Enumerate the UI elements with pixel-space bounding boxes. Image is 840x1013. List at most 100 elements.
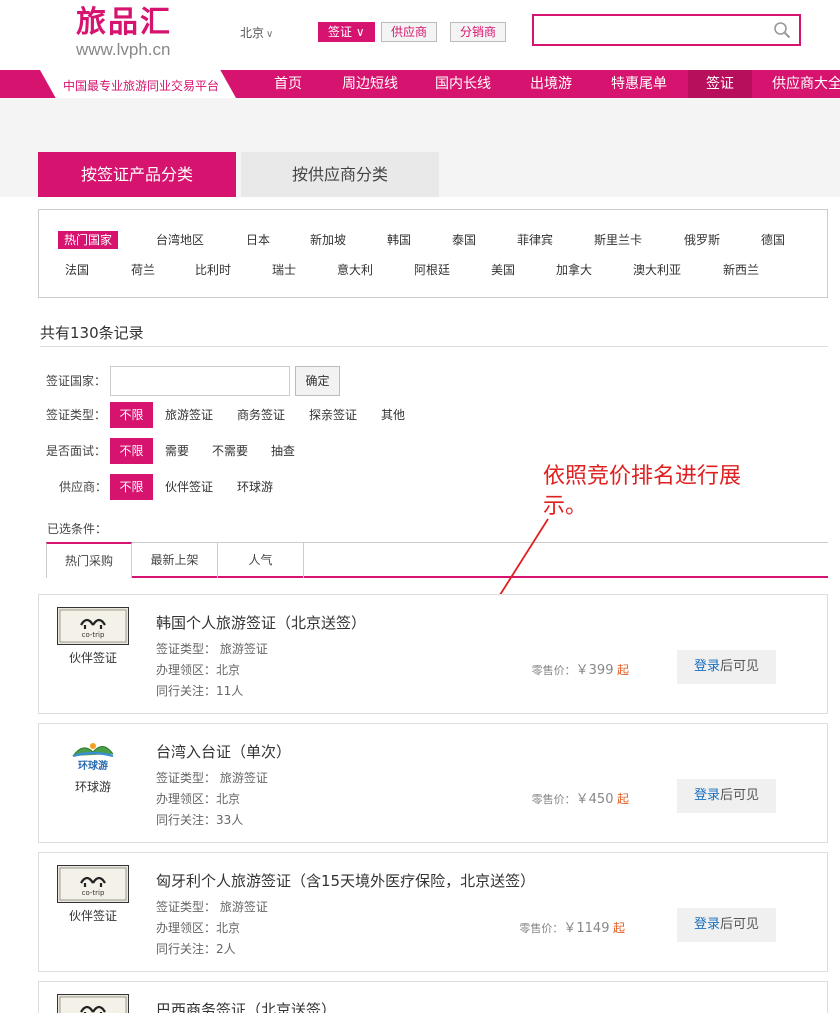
chevron-down-icon: ∨ [266,29,274,40]
country-item[interactable]: 韩国 [387,231,411,249]
country-item[interactable]: 荷兰 [131,261,155,279]
country-item[interactable]: 俄罗斯 [684,231,720,249]
search-icon[interactable] [773,21,791,39]
nav-item-home[interactable]: 首页 [262,70,314,98]
price-value: ￥399 [575,663,614,678]
annotation-text: 依照竞价排名进行展示。 [543,464,742,519]
country-item[interactable]: 泰国 [452,231,476,249]
country-filter-box: 热门国家 台湾地区 日本 新加坡 韩国 泰国 菲律宾 斯里兰卡 俄罗斯 德国 法… [38,209,828,298]
price-label: 零售价： [531,664,576,677]
logo-text: 环球游 [78,759,108,772]
login-to-view-button[interactable]: 登录后可见 [677,650,776,684]
country-item[interactable]: 新加坡 [310,231,346,249]
product-card[interactable]: 巴西商务签证（北京送签） [38,981,828,1013]
login-to-view-button[interactable]: 登录后可见 [677,779,776,813]
visa-region: 办理领区：北京 [156,792,241,806]
supplier-name: 环球游 [74,780,111,794]
nav-item-nearby[interactable]: 周边短线 [334,70,406,98]
nav-item-outbound[interactable]: 出境游 [520,70,582,98]
price-from: 起 [616,792,629,806]
co-trip-logo [57,994,129,1013]
country-item[interactable]: 德国 [761,231,785,249]
login-suffix: 后可见 [720,788,760,803]
co-trip-logo: co-trip [57,865,129,903]
country-item[interactable]: 新西兰 [723,261,759,279]
product-title[interactable]: 台湾入台证（单次） [156,741,291,762]
country-hot[interactable]: 热门国家 [58,231,119,249]
nav-item-visa[interactable]: 签证 [688,70,752,98]
product-card[interactable]: 环球游 环球游 台湾入台证（单次） 签证类型： 旅游签证 办理领区：北京 同行关… [38,723,828,843]
country-item[interactable]: 加拿大 [556,261,592,279]
confirm-button[interactable]: 确定 [295,366,340,396]
product-card[interactable]: co-trip 伙伴签证 韩国个人旅游签证（北京送签） 签证类型： 旅游签证 办… [38,594,828,714]
supplier-label: 供应商： [59,480,108,494]
logo-text: co-trip [82,631,105,639]
nav-item-suppliers[interactable]: 供应商大全 [766,70,840,98]
price-label: 零售价： [519,922,564,935]
country-item[interactable]: 菲律宾 [517,231,553,249]
distributor-button[interactable]: 分销商 [450,22,507,42]
record-count: 共有130条记录 [40,324,144,342]
country-input[interactable] [110,366,290,396]
interview-label: 是否面试： [46,444,107,458]
country-item[interactable]: 瑞士 [272,261,296,279]
login-to-view-button[interactable]: 登录后可见 [677,908,776,942]
product-title[interactable]: 巴西商务签证（北京送签） [156,999,336,1013]
visa-type-option[interactable]: 其他 [381,402,405,428]
login-suffix: 后可见 [720,659,760,674]
co-trip-logo: co-trip [57,607,129,645]
login-link[interactable]: 登录 [694,788,720,803]
supplier-button[interactable]: 供应商 [381,22,438,42]
country-item[interactable]: 斯里兰卡 [594,231,642,249]
visa-region: 办理领区：北京 [156,663,241,677]
supplier-any[interactable]: 不限 [110,474,153,500]
visa-menu-button[interactable]: 签证 ∨ [318,22,375,42]
visa-type-option[interactable]: 探亲签证 [309,402,357,428]
site-header: 旅品汇 www.lvph.cn 北京 ∨ 签证 ∨ 供应商 分销商 [0,0,840,70]
search-input[interactable] [532,14,801,46]
site-logo[interactable]: 旅品汇 www.lvph.cn [76,6,204,60]
retail-price: 零售价：￥1149 起 [505,917,625,936]
country-item[interactable]: 澳大利亚 [633,261,681,279]
login-link[interactable]: 登录 [694,917,720,932]
interview-option[interactable]: 抽查 [271,438,295,464]
country-item[interactable]: 比利时 [195,261,231,279]
visa-type-any[interactable]: 不限 [110,402,153,428]
visa-type: 签证类型： 旅游签证 [156,642,268,656]
tab-popularity[interactable]: 人气 [218,543,304,578]
main-nav: 中国最专业旅游同业交易平台 首页 周边短线 国内长线 出境游 特惠尾单 签证 供… [0,70,840,98]
interview-any[interactable]: 不限 [110,438,153,464]
country-item[interactable]: 日本 [246,231,270,249]
visa-type-label: 签证类型： [46,408,107,422]
visa-region: 办理领区：北京 [156,921,241,935]
divider [40,346,828,347]
tab-hot-purchase[interactable]: 热门采购 [46,542,132,578]
visa-type-option[interactable]: 商务签证 [237,402,285,428]
product-card[interactable]: co-trip 伙伴签证 匈牙利个人旅游签证（含15天境外医疗保险，北京送签） … [38,852,828,972]
tab-by-product[interactable]: 按签证产品分类 [38,152,236,197]
product-title[interactable]: 韩国个人旅游签证（北京送签） [156,612,366,633]
country-item[interactable]: 法国 [65,261,89,279]
country-item[interactable]: 台湾地区 [156,231,204,249]
country-item[interactable]: 阿根廷 [414,261,450,279]
logo-text: 旅品汇 [76,5,172,40]
city-label: 北京 [240,26,265,40]
tab-by-supplier[interactable]: 按供应商分类 [241,152,439,197]
nav-item-deals[interactable]: 特惠尾单 [603,70,675,98]
selected-conditions: 已选条件： [47,522,108,536]
product-title[interactable]: 匈牙利个人旅游签证（含15天境外医疗保险，北京送签） [156,870,535,891]
interview-option[interactable]: 需要 [165,438,189,464]
visa-type: 签证类型： 旅游签证 [156,900,268,914]
country-item[interactable]: 美国 [491,261,515,279]
retail-price: 零售价：￥450 起 [509,788,629,807]
login-link[interactable]: 登录 [694,659,720,674]
city-selector[interactable]: 北京 ∨ [240,24,273,41]
tab-newest[interactable]: 最新上架 [132,543,218,578]
visa-type: 签证类型： 旅游签证 [156,771,268,785]
supplier-option[interactable]: 伙伴签证 [165,474,213,500]
interview-option[interactable]: 不需要 [212,438,248,464]
visa-type-option[interactable]: 旅游签证 [165,402,213,428]
nav-item-domestic[interactable]: 国内长线 [427,70,499,98]
supplier-option[interactable]: 环球游 [237,474,273,500]
country-item[interactable]: 意大利 [337,261,373,279]
